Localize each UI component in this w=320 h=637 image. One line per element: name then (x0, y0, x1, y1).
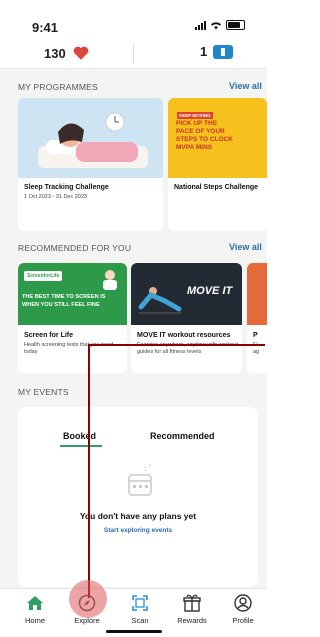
partial-banner (247, 263, 267, 325)
recommended-card-partial[interactable]: P Fi ag (247, 263, 267, 373)
doctor-icon (103, 270, 117, 290)
programmes-view-all[interactable]: View all (229, 81, 262, 91)
scan-icon (132, 595, 148, 611)
active-tab-indicator (60, 445, 102, 447)
gift-icon (183, 594, 201, 612)
moveit-banner: MOVE IT (131, 263, 242, 325)
tap-indicator (69, 580, 107, 618)
recommended-card-title: MOVE IT workout resources (137, 332, 231, 339)
recommended-card-moveit[interactable]: MOVE IT MOVE IT workout resources Exerci… (131, 263, 242, 373)
events-title: MY EVENTS (18, 387, 69, 397)
banner-tag: KEEP MOVING (177, 112, 213, 119)
events-panel: Booked Recommended z z You don't have an… (18, 407, 258, 587)
annotation-line-horizontal (88, 344, 265, 346)
programme-title: National Steps Challenge (174, 184, 259, 191)
recommended-card-title: P (253, 332, 258, 339)
tickets-value: 1 (200, 44, 208, 59)
programme-dates: 1 Oct 2023 - 31 Dec 2023 (24, 194, 87, 200)
screen-banner: ScreenforLife THE BEST TIME TO SCREEN IS… (18, 263, 127, 325)
steps-banner: KEEP MOVING PICK UP THE PACE OF YOUR STE… (168, 98, 267, 178)
empty-state-title: You don't have any plans yet (79, 511, 197, 521)
annotation-line-vertical (88, 344, 90, 598)
profile-icon (234, 594, 252, 612)
recommended-title: RECOMMENDED FOR YOU (18, 243, 132, 253)
home-indicator (106, 630, 162, 633)
programme-title: Sleep Tracking Challenge (24, 184, 109, 191)
calendar-sleep-icon: z z (128, 463, 152, 496)
header-divider (133, 44, 134, 64)
tab-recommended[interactable]: Recommended (150, 431, 215, 441)
svg-text:z: z (144, 467, 147, 473)
battery-icon (226, 20, 245, 30)
recommended-card-screen[interactable]: ScreenforLife THE BEST TIME TO SCREEN IS… (18, 263, 127, 373)
recommended-view-all[interactable]: View all (229, 242, 262, 252)
status-icons (195, 20, 245, 30)
nav-label: Scan (131, 616, 149, 625)
nav-label: Home (24, 616, 45, 625)
wifi-icon (211, 21, 221, 29)
ticket-icon (213, 44, 234, 59)
recommended-card-title: Screen for Life (24, 332, 74, 339)
nav-profile[interactable]: Profile (218, 593, 267, 625)
programme-card-sleep[interactable]: Sleep Tracking Challenge 1 Oct 2023 - 31… (18, 98, 163, 231)
nav-label: Rewards (177, 616, 207, 625)
nav-rewards[interactable]: Rewards (167, 593, 217, 625)
start-exploring-link[interactable]: Start exploring events (18, 527, 258, 534)
nav-label: Profile (232, 616, 254, 625)
programme-card-steps[interactable]: KEEP MOVING PICK UP THE PACE OF YOUR STE… (168, 98, 267, 231)
tab-booked[interactable]: Booked (63, 431, 96, 441)
banner-logo: ScreenforLife (24, 271, 63, 281)
banner-text: MOVE IT (187, 285, 233, 297)
nav-home[interactable]: Home (10, 593, 60, 625)
signal-icon (195, 20, 206, 30)
app-screen: 9:41 130 1 MY PROGRAMMES View all Sleep … (0, 0, 267, 637)
banner-text: THE BEST TIME TO SCREEN IS WHEN YOU STIL… (22, 294, 106, 308)
status-bar: 9:41 (0, 0, 267, 40)
sleep-illustration (18, 98, 163, 178)
nav-scan[interactable]: Scan (115, 593, 165, 625)
points-value: 130 (44, 45, 66, 61)
home-icon (27, 596, 43, 610)
banner-text: PICK UP THE PACE OF YOUR STEPS TO CLOCK … (176, 120, 233, 151)
points-counter[interactable]: 130 (44, 44, 90, 62)
sleeping-person-image (38, 112, 148, 168)
heart-icon (73, 46, 89, 60)
tickets-counter[interactable]: 1 (200, 44, 234, 59)
programmes-title: MY PROGRAMMES (18, 82, 98, 92)
status-time: 9:41 (32, 20, 59, 35)
svg-text:z: z (149, 463, 152, 469)
